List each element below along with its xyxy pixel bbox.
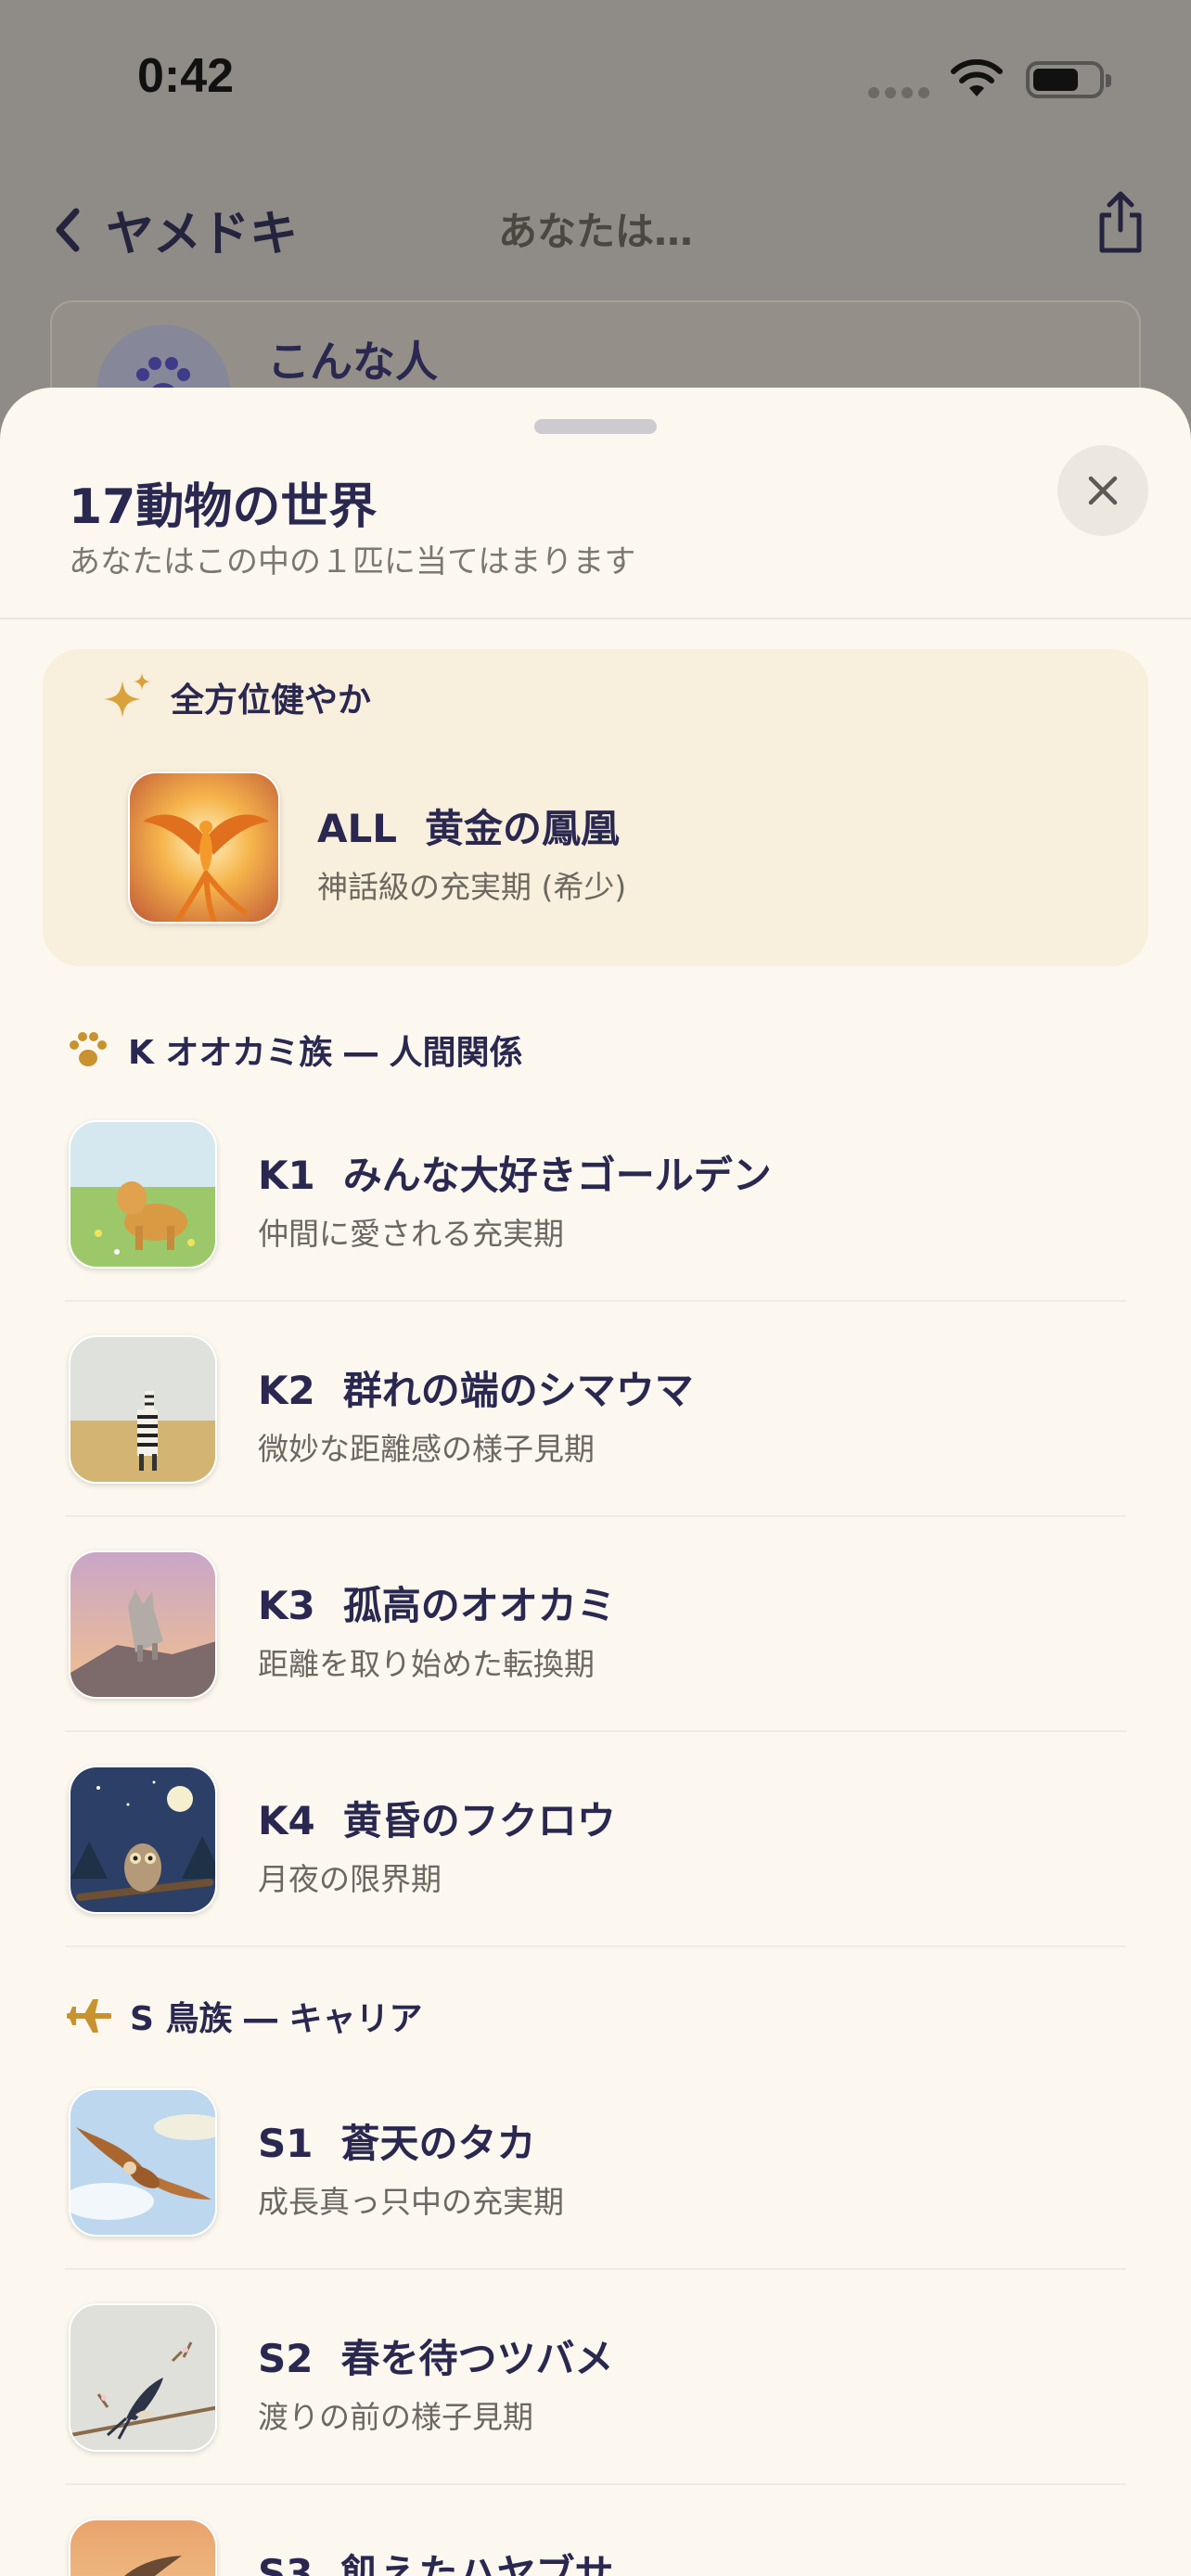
animal-description: 成長真っ只中の充実期 xyxy=(258,2184,564,2220)
wifi-icon xyxy=(951,59,1003,96)
hawk-thumbnail xyxy=(69,2088,217,2237)
animal-code: K2 xyxy=(258,1368,315,1413)
animal-description: 仲間に愛される充実期 xyxy=(258,1216,564,1252)
animal-name: 黄金の鳳凰 xyxy=(425,806,621,851)
status-time: 0:42 xyxy=(137,49,235,103)
section-header-s: S 鳥族 ― キャリア xyxy=(67,1992,423,2040)
sparkles-icon xyxy=(104,673,150,718)
nav-bar: ヤメドキ あなたは… xyxy=(0,176,1191,269)
animal-code: K4 xyxy=(258,1798,315,1843)
animal-description: 月夜の限界期 xyxy=(258,1861,442,1897)
status-bar: 0:42 xyxy=(0,0,1191,158)
background-card-title: こんな人 xyxy=(267,337,438,387)
owl-thumbnail xyxy=(69,1766,217,1914)
animal-code: S1 xyxy=(258,2121,314,2166)
header-divider xyxy=(0,618,1191,619)
animal-row-all[interactable]: ALL 黄金の鳳凰 神話級の充実期 (希少) xyxy=(85,770,1106,937)
row-divider xyxy=(65,1515,1126,1517)
animal-name: 春を待つツバメ xyxy=(340,2336,614,2381)
featured-section: 全方位健やか ALL 黄金の鳳凰 神話級の充実期 (希少) xyxy=(43,649,1148,966)
falcon-thumbnail xyxy=(69,2519,217,2576)
cellular-signal-icon xyxy=(868,87,929,98)
animal-code: S3 xyxy=(258,2551,314,2576)
close-icon xyxy=(1088,476,1118,505)
animal-name: 蒼天のタカ xyxy=(340,2121,536,2166)
animal-title: S2 春を待つツバメ xyxy=(258,2327,614,2384)
animal-title: S1 蒼天のタカ xyxy=(258,2112,536,2169)
phoenix-thumbnail xyxy=(128,772,280,924)
share-icon[interactable] xyxy=(1095,189,1146,256)
row-divider xyxy=(65,1730,1126,1732)
close-button[interactable] xyxy=(1057,445,1148,536)
animal-row-s2[interactable]: S2 春を待つツバメ 渡りの前の様子見期 xyxy=(69,2303,1124,2452)
airplane-icon xyxy=(67,1999,111,2033)
animal-name: 黄昏のフクロウ xyxy=(342,1798,616,1843)
animal-row-k4[interactable]: K4 黄昏のフクロウ 月夜の限界期 xyxy=(69,1766,1124,1914)
row-divider xyxy=(65,1945,1126,1947)
animal-description: 神話級の充実期 (希少) xyxy=(317,869,627,905)
animal-description: 距離を取り始めた転換期 xyxy=(258,1646,595,1682)
animal-code: K3 xyxy=(258,1583,315,1628)
battery-icon xyxy=(1026,61,1111,98)
animal-name: 飢えたハヤブサ xyxy=(340,2551,614,2576)
section-header-k: K オオカミ族 ― 人間関係 xyxy=(67,1026,523,1074)
animal-row-k1[interactable]: K1 みんな大好きゴールデン 仲間に愛される充実期 xyxy=(69,1120,1124,1269)
animal-name: 群れの端のシマウマ xyxy=(342,1368,694,1413)
animal-title: K1 みんな大好きゴールデン xyxy=(258,1144,772,1201)
sheet-subtitle: あなたはこの中の１匹に当てはまります xyxy=(69,543,636,580)
featured-header-label: 全方位健やか xyxy=(171,682,372,720)
animal-row-k2[interactable]: K2 群れの端のシマウマ 微妙な距離感の様子見期 xyxy=(69,1335,1124,1484)
sheet-grabber[interactable] xyxy=(534,419,657,434)
featured-header: 全方位健やか xyxy=(102,671,371,723)
animal-list-sheet: 17動物の世界 あなたはこの中の１匹に当てはまります 全方位健やか ALL 黄金… xyxy=(0,388,1191,2576)
animal-row-k3[interactable]: K3 孤高のオオカミ 距離を取り始めた転換期 xyxy=(69,1550,1124,1699)
animal-title: S3 飢えたハヤブサ xyxy=(258,2543,614,2576)
animal-title: K2 群れの端のシマウマ xyxy=(258,1359,694,1416)
animal-name: みんな大好きゴールデン xyxy=(342,1153,772,1198)
section-header-label: K オオカミ族 ― 人間関係 xyxy=(128,1034,523,1072)
nav-title: あなたは… xyxy=(497,209,693,254)
animal-title: K3 孤高のオオカミ xyxy=(258,1575,616,1631)
animal-row-s3[interactable]: S3 飢えたハヤブサ xyxy=(69,2519,1124,2576)
zebra-thumbnail xyxy=(69,1335,217,1484)
row-divider xyxy=(65,2483,1126,2485)
animal-name: 孤高のオオカミ xyxy=(342,1583,616,1628)
section-header-label: S 鳥族 ― キャリア xyxy=(130,2000,423,2038)
row-divider xyxy=(65,2268,1126,2270)
animal-code: ALL xyxy=(317,806,398,851)
golden-retriever-thumbnail xyxy=(69,1120,217,1269)
animal-row-s1[interactable]: S1 蒼天のタカ 成長真っ只中の充実期 xyxy=(69,2088,1124,2237)
animal-description: 渡りの前の様子見期 xyxy=(258,2399,533,2435)
animal-description: 微妙な距離感の様子見期 xyxy=(258,1431,595,1467)
animal-title: K4 黄昏のフクロウ xyxy=(258,1790,616,1846)
animal-code: S2 xyxy=(258,2336,314,2381)
animal-code: K1 xyxy=(258,1153,315,1198)
animal-title: ALL 黄金の鳳凰 xyxy=(317,797,620,854)
paw-icon xyxy=(70,1032,107,1066)
sheet-title: 17動物の世界 xyxy=(69,479,378,535)
swallow-thumbnail xyxy=(69,2303,217,2452)
row-divider xyxy=(65,1300,1126,1302)
wolf-thumbnail xyxy=(69,1550,217,1699)
